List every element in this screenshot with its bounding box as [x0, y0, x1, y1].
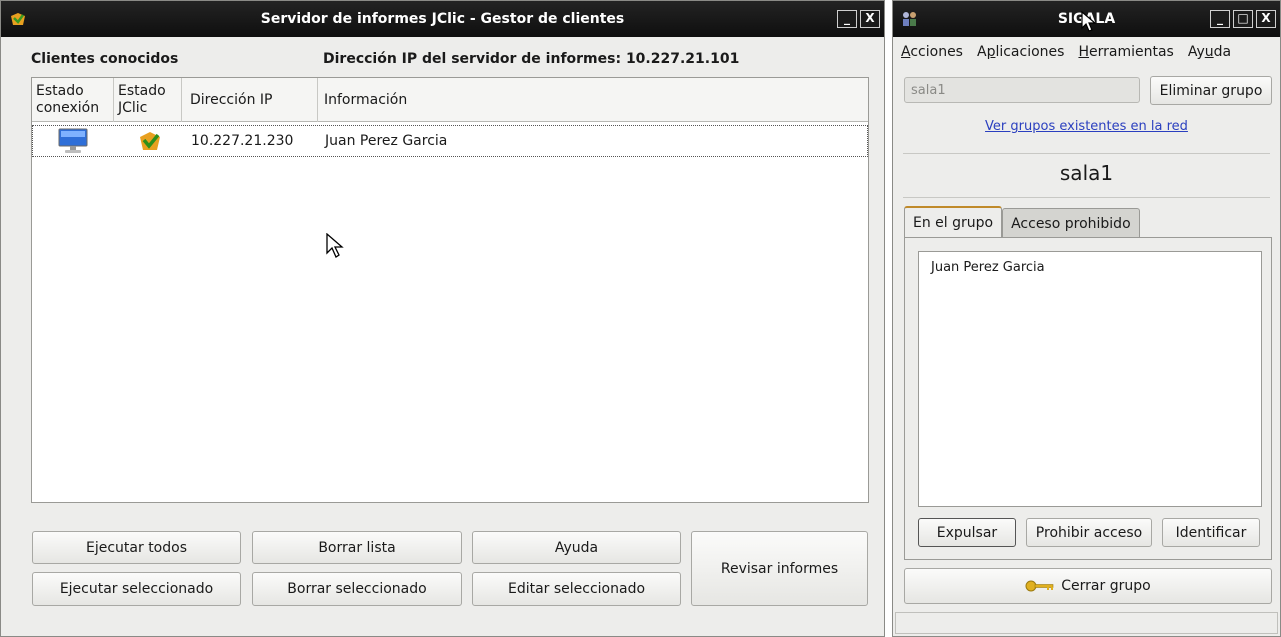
- tab-access-forbidden[interactable]: Acceso prohibido: [1002, 208, 1140, 238]
- close-group-label: Cerrar grupo: [1061, 578, 1151, 594]
- forbid-access-button[interactable]: Prohibir acceso: [1026, 518, 1152, 547]
- help-button[interactable]: Ayuda: [472, 531, 681, 564]
- mouse-cursor-icon: [1081, 11, 1097, 32]
- table-row[interactable]: 10.227.21.230 Juan Perez Garcia: [32, 125, 868, 157]
- menu-acciones[interactable]: Acciones: [901, 44, 963, 60]
- table-header: Estado conexión Estado JClic Dirección I…: [32, 78, 868, 122]
- group-tabs: En el grupo Acceso prohibido: [904, 206, 1140, 238]
- group-title: sala1: [1059, 161, 1114, 185]
- sigala-app-icon: [903, 12, 916, 26]
- separator: [903, 153, 1270, 154]
- delete-group-button[interactable]: Eliminar grupo: [1150, 76, 1272, 105]
- separator: [903, 197, 1270, 198]
- left-close-button[interactable]: X: [860, 10, 880, 28]
- right-close-button[interactable]: X: [1256, 10, 1276, 28]
- jclic-active-icon: [137, 126, 167, 156]
- col-jclic-state[interactable]: Estado JClic: [114, 78, 182, 122]
- tab-panel-in-group: Juan Perez Garcia Expulsar Prohibir acce…: [904, 237, 1272, 560]
- expel-button[interactable]: Expulsar: [918, 518, 1016, 547]
- clear-list-button[interactable]: Borrar lista: [252, 531, 462, 564]
- review-reports-button[interactable]: Revisar informes: [691, 531, 868, 606]
- right-maximize-button[interactable]: □: [1233, 10, 1253, 28]
- menu-bar: Acciones Aplicaciones Herramientas Ayuda: [893, 37, 1280, 67]
- jclic-client-manager-window: Servidor de informes JClic - Gestor de c…: [0, 0, 885, 637]
- mouse-cursor-icon: [326, 233, 344, 258]
- left-titlebar[interactable]: Servidor de informes JClic - Gestor de c…: [1, 1, 884, 37]
- jclic-app-icon: [11, 13, 25, 25]
- members-list[interactable]: Juan Perez Garcia: [918, 251, 1262, 507]
- tab-in-group[interactable]: En el grupo: [904, 206, 1003, 238]
- left-minimize-button[interactable]: _: [837, 10, 857, 28]
- menu-ayuda[interactable]: Ayuda: [1188, 44, 1231, 60]
- clients-table[interactable]: Estado conexión Estado JClic Dirección I…: [31, 77, 869, 503]
- delete-selected-button[interactable]: Borrar seleccionado: [252, 572, 462, 606]
- col-connection-state[interactable]: Estado conexión: [32, 78, 114, 122]
- run-selected-button[interactable]: Ejecutar seleccionado: [32, 572, 241, 606]
- left-window-title: Servidor de informes JClic - Gestor de c…: [260, 11, 625, 27]
- col-ip-address[interactable]: Dirección IP: [182, 78, 318, 122]
- server-ip-label: Dirección IP del servidor de informes: 1…: [323, 51, 740, 67]
- known-clients-label: Clientes conocidos: [31, 51, 179, 67]
- right-titlebar[interactable]: SIGALA _ □ X: [893, 1, 1280, 37]
- monitor-icon: [57, 126, 97, 156]
- list-item[interactable]: Juan Perez Garcia: [931, 260, 1045, 275]
- menu-aplicaciones[interactable]: Aplicaciones: [977, 44, 1064, 60]
- key-icon: [1025, 580, 1054, 592]
- row-ip: 10.227.21.230: [191, 133, 294, 149]
- group-name-field[interactable]: sala1: [904, 77, 1140, 103]
- close-group-button[interactable]: Cerrar grupo: [904, 568, 1272, 604]
- menu-herramientas[interactable]: Herramientas: [1078, 44, 1173, 60]
- row-info: Juan Perez Garcia: [325, 133, 448, 149]
- status-bar: [895, 612, 1278, 634]
- sigala-window: SIGALA _ □ X Acciones Aplicaciones Herra…: [892, 0, 1281, 637]
- col-information[interactable]: Información: [318, 78, 868, 122]
- edit-selected-button[interactable]: Editar seleccionado: [472, 572, 681, 606]
- right-minimize-button[interactable]: _: [1210, 10, 1230, 28]
- identify-button[interactable]: Identificar: [1162, 518, 1260, 547]
- run-all-button[interactable]: Ejecutar todos: [32, 531, 241, 564]
- view-groups-link[interactable]: Ver grupos existentes en la red: [893, 119, 1280, 134]
